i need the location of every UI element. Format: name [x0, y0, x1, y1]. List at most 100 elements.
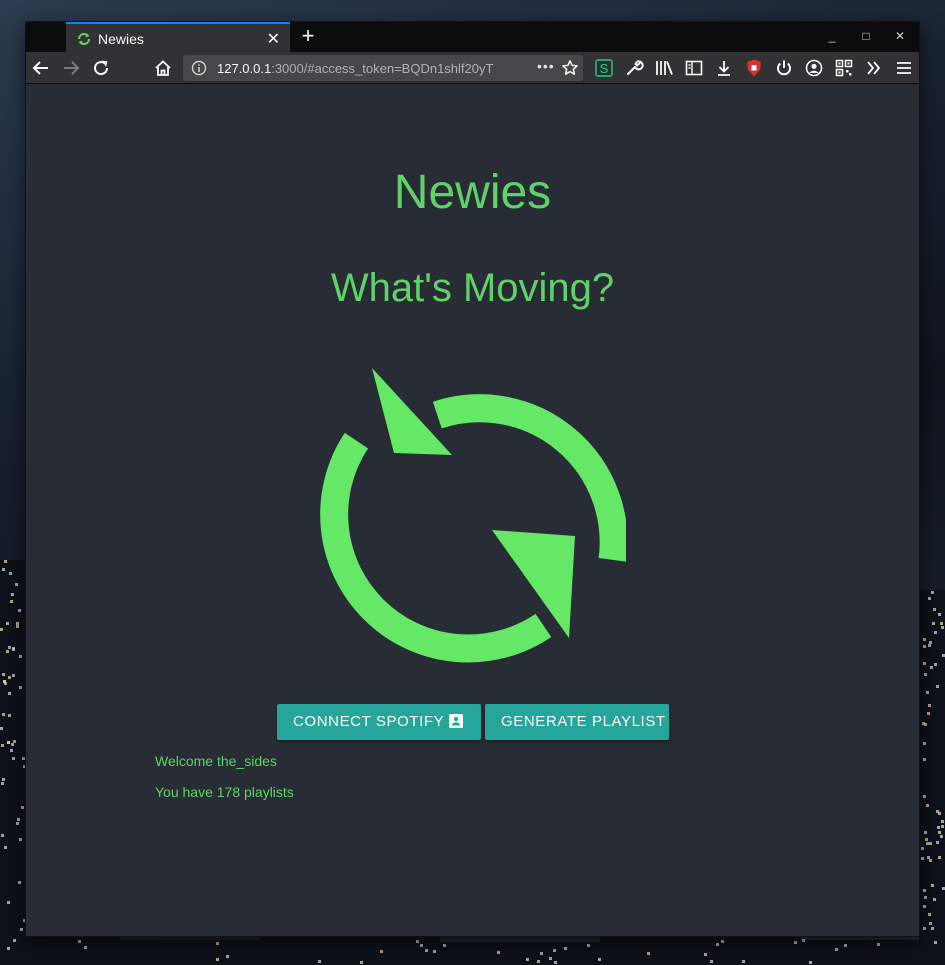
background-light	[3, 680, 6, 683]
background-light	[704, 953, 707, 956]
background-light	[934, 631, 937, 634]
svg-text:S: S	[600, 61, 609, 76]
reload-icon[interactable]	[91, 58, 111, 78]
background-light	[931, 927, 934, 930]
qr-code-icon[interactable]	[834, 58, 854, 78]
background-light	[923, 742, 926, 745]
background-light	[11, 593, 14, 596]
background-light	[318, 960, 321, 963]
background-light	[216, 958, 219, 961]
background-light	[6, 622, 9, 625]
background-light	[4, 560, 7, 563]
background-light	[923, 758, 926, 761]
background-light	[934, 663, 937, 666]
background-light	[497, 951, 500, 954]
background-light	[1, 782, 4, 785]
wrench-icon[interactable]	[624, 58, 644, 78]
background-light	[923, 795, 926, 798]
background-light	[8, 646, 11, 649]
background-light	[921, 857, 924, 860]
download-icon[interactable]	[714, 58, 734, 78]
background-light	[721, 940, 724, 943]
back-arrow-icon[interactable]	[31, 58, 51, 78]
background-light	[549, 957, 552, 960]
connect-spotify-label: CONNECT SPOTIFY	[293, 713, 445, 730]
minimize-icon[interactable]: _	[824, 28, 840, 44]
background-light	[923, 905, 926, 908]
background-light	[11, 743, 14, 746]
plus-icon[interactable]: +	[296, 24, 320, 50]
background-building	[800, 940, 945, 965]
background-light	[938, 856, 941, 859]
generate-playlist-button[interactable]: GENERATE PLAYLIST	[485, 704, 669, 740]
background-light	[4, 846, 7, 849]
background-light	[10, 749, 13, 752]
background-light	[940, 835, 943, 838]
background-light	[941, 820, 944, 823]
hamburger-menu-icon[interactable]	[894, 58, 914, 78]
background-light	[9, 572, 12, 575]
background-light	[17, 818, 20, 821]
info-icon[interactable]	[191, 60, 207, 76]
url-host: 127.0.0.1	[217, 61, 272, 76]
url-bar[interactable]: 127.0.0.1:3000/#access_token=BQDn1shlf20…	[183, 55, 583, 81]
background-light	[12, 757, 15, 760]
background-light	[938, 613, 941, 616]
background-light	[742, 960, 745, 963]
home-icon[interactable]	[153, 58, 173, 78]
background-light	[2, 778, 5, 781]
url-text[interactable]: 127.0.0.1:3000/#access_token=BQDn1shlf20…	[217, 61, 517, 76]
background-light	[554, 961, 557, 964]
background-light	[933, 608, 936, 611]
background-light	[931, 591, 934, 594]
background-light	[7, 741, 10, 744]
maximize-icon[interactable]: □	[858, 28, 874, 44]
welcome-message: Welcome the_sides	[155, 753, 277, 769]
connect-spotify-button[interactable]: CONNECT SPOTIFY	[277, 704, 481, 740]
power-icon[interactable]	[774, 58, 794, 78]
background-light	[22, 757, 25, 760]
close-icon[interactable]: ✕	[267, 29, 280, 49]
library-icon[interactable]	[654, 58, 674, 78]
ellipsis-icon[interactable]: •••	[537, 58, 555, 74]
background-light	[936, 685, 939, 688]
background-light	[716, 943, 719, 946]
background-light	[877, 943, 880, 946]
account-box-icon	[449, 714, 463, 728]
account-icon[interactable]	[804, 58, 824, 78]
background-light	[794, 941, 797, 944]
refresh-icon	[76, 31, 92, 47]
background-light	[647, 952, 650, 955]
background-light	[941, 825, 944, 828]
background-light	[932, 622, 935, 625]
background-light	[924, 831, 927, 834]
ublock-icon[interactable]	[744, 58, 764, 78]
background-light	[6, 650, 9, 653]
background-light	[0, 628, 3, 631]
sidebar-icon[interactable]	[684, 58, 704, 78]
stylus-icon[interactable]: S	[594, 58, 614, 78]
background-light	[587, 944, 590, 947]
background-light	[8, 676, 11, 679]
background-light	[8, 692, 11, 695]
background-light	[216, 942, 219, 945]
tab-newies[interactable]: Newies ✕	[66, 22, 290, 52]
close-window-icon[interactable]: ✕	[892, 28, 908, 44]
background-light	[19, 655, 22, 658]
background-light	[598, 958, 601, 961]
background-light	[925, 838, 928, 841]
refresh-arrows-icon	[316, 343, 628, 663]
background-light	[18, 881, 21, 884]
background-light	[929, 641, 932, 644]
background-light	[360, 961, 363, 964]
forward-arrow-icon[interactable]	[61, 58, 81, 78]
background-light	[924, 673, 927, 676]
background-building	[0, 560, 26, 965]
background-light	[12, 674, 15, 677]
background-light	[929, 922, 932, 925]
overflow-chevrons-icon[interactable]	[864, 58, 884, 78]
background-light	[13, 939, 16, 942]
background-light	[20, 928, 23, 931]
background-light	[844, 944, 847, 947]
star-icon[interactable]	[561, 59, 579, 77]
